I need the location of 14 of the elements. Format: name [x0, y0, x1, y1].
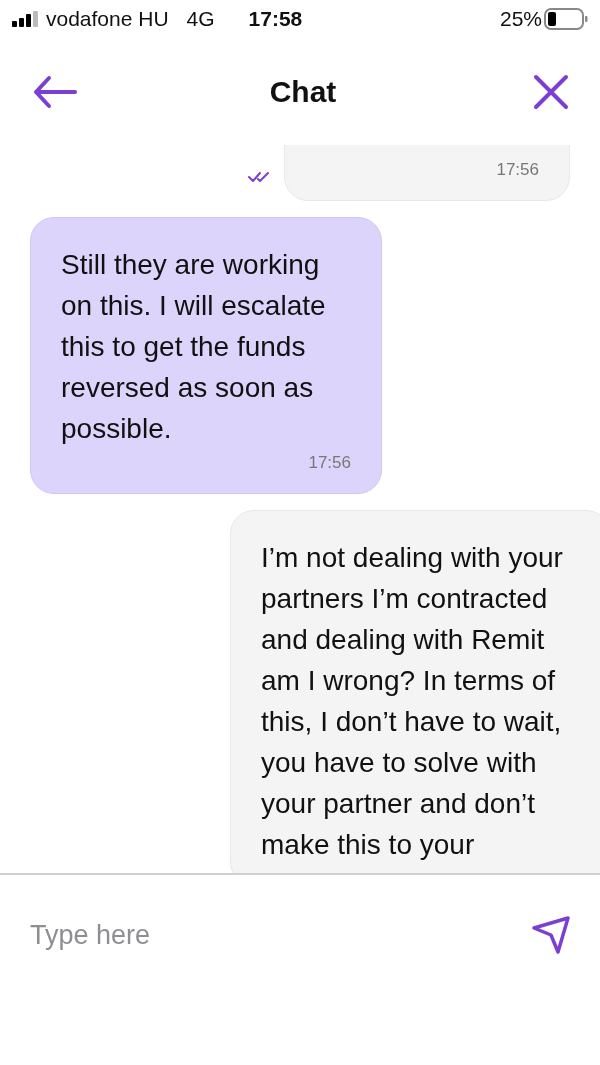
signal-icon: [12, 11, 38, 27]
message-text: Still they are working on this. I will escalate this to get the funds reversed as soon as possible.: [61, 248, 327, 446]
message-text: I’m not dealing with your partners I’m contracted and dealing with Remit am I wrong? In terms of this, I don’t have to wait, you have to solve with your partner and don’t make this to your: [261, 541, 564, 862]
message-input[interactable]: Type here: [30, 919, 530, 951]
message-time: 17:56: [496, 160, 539, 180]
network-type: 4G: [186, 7, 215, 31]
carrier-name: vodafone HU: [46, 7, 169, 31]
battery-icon: [544, 8, 588, 30]
back-arrow-icon[interactable]: [32, 73, 78, 110]
status-time: 17:58: [248, 7, 303, 31]
send-icon[interactable]: [530, 914, 572, 956]
chat-title: Chat: [269, 74, 337, 109]
battery-percent: 25%: [499, 7, 542, 31]
message-time: 17:56: [308, 453, 351, 473]
